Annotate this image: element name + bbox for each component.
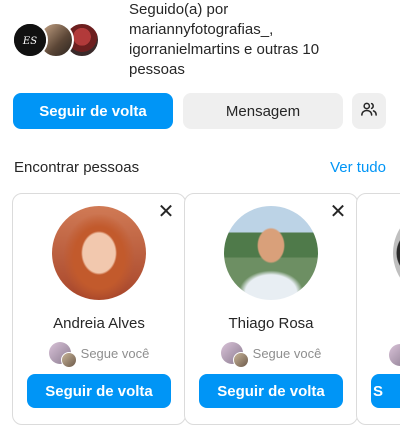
follower-avatar: ES <box>12 22 48 58</box>
suggestion-name[interactable]: Andreia Alves <box>13 315 185 332</box>
follow-back-button[interactable]: S <box>371 374 400 408</box>
find-people-title: Encontrar pessoas <box>14 159 140 176</box>
followed-by-usernames-more: igorranielmartins e outras 10 <box>129 41 320 58</box>
mutual-avatar <box>220 342 249 368</box>
follows-you-text: Segue você <box>252 345 322 361</box>
follow-back-button[interactable]: Seguir de volta <box>13 93 173 129</box>
followed-by-avatars[interactable]: ES <box>12 22 102 58</box>
profile-photo[interactable] <box>393 206 400 300</box>
suggestion-name[interactable]: Thiago Rosa <box>185 315 357 332</box>
followed-by-suffix: pessoas <box>129 61 185 78</box>
followed-by-text[interactable]: Seguido(a) por mariannyfotografias_, igo… <box>129 0 389 80</box>
suggestion-card[interactable]: ✕ Thiago Rosa Segue você Seguir de volta <box>184 193 358 425</box>
follow-back-button[interactable]: Seguir de volta <box>27 374 171 408</box>
profile-photo[interactable] <box>52 206 146 300</box>
discover-people-icon <box>360 100 378 122</box>
suggestion-card[interactable]: S <box>356 193 400 425</box>
mutual-info: Segue você <box>185 342 357 368</box>
svg-text:ES: ES <box>22 36 37 47</box>
close-icon[interactable]: ✕ <box>329 201 347 223</box>
mutual-avatar <box>48 342 77 368</box>
see-all-link[interactable]: Ver tudo <box>330 159 386 176</box>
followed-by-usernames: mariannyfotografias_, <box>129 21 274 38</box>
followed-by-label: Seguido(a) por <box>129 1 229 18</box>
close-icon[interactable]: ✕ <box>157 201 175 223</box>
message-button[interactable]: Mensagem <box>183 93 343 129</box>
follows-you-text: Segue você <box>80 345 150 361</box>
discover-people-button[interactable] <box>352 93 386 129</box>
mutual-avatar <box>389 344 400 366</box>
mutual-info: Segue você <box>13 342 185 368</box>
follow-back-button[interactable]: Seguir de volta <box>199 374 343 408</box>
suggestion-card[interactable]: ✕ Andreia Alves Segue você Seguir de vol… <box>12 193 186 425</box>
profile-photo[interactable] <box>224 206 318 300</box>
